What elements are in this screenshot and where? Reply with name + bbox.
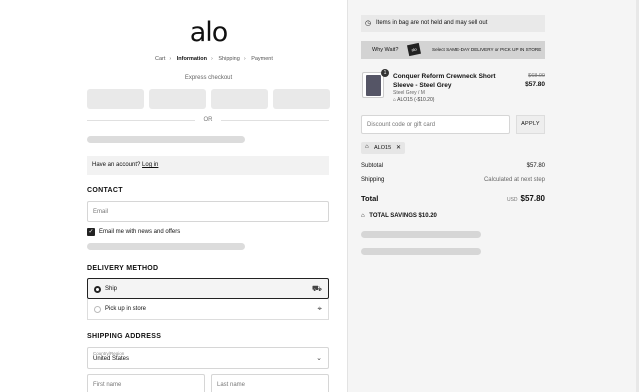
tag-icon: ⌂: [361, 213, 365, 219]
divider: [87, 120, 195, 121]
delivery-heading: DELIVERY METHOD: [87, 265, 159, 272]
chevron-down-icon: ⌄: [316, 355, 322, 362]
product-variant: Steel Grey / M: [393, 90, 425, 96]
first-name-field[interactable]: First name: [87, 374, 205, 392]
chevron-right-icon: ›: [211, 56, 213, 62]
applied-code: ALO15: [374, 145, 392, 151]
loading-skeleton: [361, 231, 481, 238]
breadcrumb: Cart › Information › Shipping › Payment: [155, 56, 277, 62]
total-label: Total: [361, 194, 379, 203]
shipping-value: Calculated at next step: [483, 177, 545, 183]
savings-value: $10.20: [418, 213, 437, 219]
product-discount: ⌂ ALO15 (-$10.20): [393, 97, 435, 103]
express-pay-button[interactable]: [211, 89, 268, 109]
total-savings: ⌂ TOTAL SAVINGS $10.20: [361, 213, 437, 219]
banner-why-wait: Why Wait?: [372, 47, 399, 53]
breadcrumb-shipping: Shipping: [218, 56, 240, 62]
apply-button[interactable]: APPLY: [516, 115, 545, 134]
banner-text: Select SAME-DAY DELIVERY or PICK UP IN S…: [432, 47, 542, 52]
breadcrumb-cart[interactable]: Cart: [155, 56, 165, 62]
applied-discount-chip: ⌂ ALO15 ✕: [361, 142, 405, 154]
breadcrumb-information: Information: [176, 56, 208, 62]
country-value: United States: [93, 356, 130, 362]
loading-skeleton: [87, 136, 245, 143]
delivery-option-label: Pick up in store: [105, 306, 147, 312]
savings-label: TOTAL SAVINGS: [369, 213, 417, 219]
express-pay-button[interactable]: [149, 89, 206, 109]
product-name: Conquer Reform Crewneck Short Sleeve - S…: [393, 73, 496, 89]
bag-notice: ◷ Items in bag are not held and may sell…: [361, 15, 545, 32]
newsletter-label: Email me with news and offers: [99, 229, 181, 235]
product-thumbnail: [362, 72, 384, 98]
product-original-price: $68.00: [528, 73, 545, 79]
currency-code: USD: [506, 197, 518, 203]
chevron-right-icon: ›: [243, 56, 246, 62]
country-select[interactable]: Country/Region United States ⌄: [87, 347, 329, 369]
bag-notice-text: Items in bag are not held and may sell o…: [376, 20, 488, 26]
subtotal-value: $57.80: [526, 163, 545, 169]
product-image: [366, 75, 381, 96]
tag-icon: ⌂: [365, 144, 369, 150]
shopping-bag-icon: alo: [406, 42, 422, 57]
product-price: $57.80: [525, 81, 545, 88]
discount-code-input[interactable]: Discount code or gift card: [361, 115, 510, 134]
radio-unselected[interactable]: [94, 306, 101, 313]
last-name-placeholder: Last name: [217, 382, 246, 388]
tag-icon: ⌂: [393, 97, 397, 103]
newsletter-checkbox[interactable]: ✓: [87, 228, 95, 236]
express-pay-button[interactable]: [273, 89, 330, 109]
account-prompt: Have an account? Log in: [87, 156, 329, 175]
shipping-label: Shipping: [361, 177, 385, 183]
same-day-banner[interactable]: Why Wait? alo Select SAME-DAY DELIVERY o…: [361, 41, 545, 59]
email-field[interactable]: Email: [87, 201, 329, 222]
email-placeholder: Email: [93, 209, 109, 215]
clock-icon: ◷: [365, 20, 372, 27]
delivery-option-ship[interactable]: Ship ⛟: [87, 278, 329, 299]
contact-heading: CONTACT: [87, 187, 123, 194]
checkout-form-panel: alo Cart › Information › Shipping › Payment…: [0, 0, 347, 392]
location-pin-icon: ⌖: [317, 304, 322, 313]
chevron-right-icon: ›: [169, 56, 172, 62]
breadcrumb-payment: Payment: [251, 56, 273, 62]
express-pay-button[interactable]: [87, 89, 144, 109]
login-link[interactable]: Log in: [142, 162, 158, 168]
total-value: USD $57.80: [506, 194, 545, 203]
radio-selected[interactable]: [94, 286, 101, 293]
truck-icon: ⛟: [311, 284, 322, 293]
quantity-badge: 1: [381, 69, 389, 77]
delivery-option-pickup[interactable]: Pick up in store ⌖: [87, 299, 329, 320]
delivery-option-label: Ship: [105, 286, 118, 292]
loading-skeleton: [87, 243, 245, 250]
divider: [221, 120, 329, 121]
discount-placeholder: Discount code or gift card: [367, 122, 436, 128]
last-name-field[interactable]: Last name: [211, 374, 329, 392]
close-icon[interactable]: ✕: [396, 144, 401, 151]
first-name-placeholder: First name: [93, 382, 122, 388]
or-divider-label: OR: [203, 117, 213, 123]
account-prompt-text: Have an account?: [92, 162, 141, 168]
loading-skeleton: [361, 248, 481, 255]
subtotal-label: Subtotal: [361, 163, 384, 169]
shipping-address-heading: SHIPPING ADDRESS: [87, 333, 162, 340]
